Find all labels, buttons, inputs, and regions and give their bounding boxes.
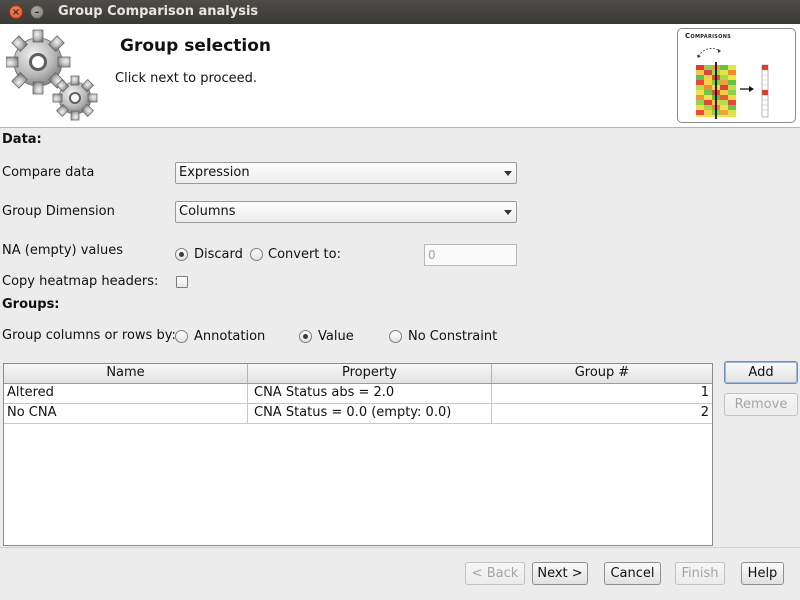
table-row[interactable]: Altered CNA Status abs = 2.0 1 bbox=[4, 384, 712, 404]
window-title: Group Comparison analysis bbox=[58, 4, 259, 19]
groups-table[interactable]: Name Property Group # Altered CNA Status… bbox=[3, 363, 713, 546]
group-by-annotation-radio[interactable] bbox=[175, 330, 188, 343]
add-group-button[interactable]: Add bbox=[724, 361, 798, 384]
window-close-button[interactable]: × bbox=[9, 5, 23, 19]
group-dimension-dropdown[interactable]: Columns bbox=[175, 201, 517, 223]
data-section-heading: Data: bbox=[2, 132, 42, 147]
heatmap-comparison-icon bbox=[696, 48, 769, 119]
window-titlebar: × – Group Comparison analysis bbox=[0, 0, 800, 24]
group-by-none-radio[interactable] bbox=[389, 330, 402, 343]
cell-property: CNA Status abs = 2.0 bbox=[248, 384, 492, 403]
column-header-group[interactable]: Group # bbox=[492, 364, 712, 383]
cell-group: 2 bbox=[700, 405, 709, 420]
group-dimension-value: Columns bbox=[179, 204, 236, 219]
cell-group: 1 bbox=[700, 385, 709, 400]
group-by-value-radio[interactable] bbox=[299, 330, 312, 343]
table-row[interactable]: No CNA CNA Status = 0.0 (empty: 0.0) 2 bbox=[4, 404, 712, 424]
compare-data-label: Compare data bbox=[2, 165, 95, 180]
convert-value-field[interactable]: 0 bbox=[424, 244, 517, 266]
table-header: Name Property Group # bbox=[4, 364, 712, 384]
cancel-button[interactable]: Cancel bbox=[604, 562, 661, 585]
group-by-label: Group columns or rows by: bbox=[2, 328, 176, 343]
comparisons-thumbnail: Comparisons bbox=[677, 28, 796, 123]
na-convert-label[interactable]: Convert to: bbox=[268, 247, 341, 262]
wizard-header: Group selection Click next to proceed. C… bbox=[0, 24, 800, 128]
na-values-label: NA (empty) values bbox=[2, 243, 124, 258]
na-discard-label[interactable]: Discard bbox=[194, 247, 243, 262]
back-button[interactable]: < Back bbox=[465, 562, 525, 585]
group-dimension-label: Group Dimension bbox=[2, 204, 115, 219]
next-button[interactable]: Next > bbox=[532, 562, 588, 585]
window-minimize-button[interactable]: – bbox=[30, 5, 44, 19]
na-discard-radio[interactable] bbox=[175, 248, 188, 261]
cell-name: No CNA bbox=[4, 404, 248, 423]
compare-data-dropdown[interactable]: Expression bbox=[175, 162, 517, 184]
cell-property: CNA Status = 0.0 (empty: 0.0) bbox=[248, 404, 492, 423]
remove-group-button[interactable]: Remove bbox=[724, 393, 798, 416]
group-by-annotation-label[interactable]: Annotation bbox=[194, 329, 265, 344]
compare-data-value: Expression bbox=[179, 165, 250, 180]
group-by-value-label[interactable]: Value bbox=[318, 329, 354, 344]
copy-headers-checkbox[interactable] bbox=[176, 276, 188, 288]
cell-name: Altered bbox=[4, 384, 248, 403]
finish-button[interactable]: Finish bbox=[675, 562, 725, 585]
column-header-name[interactable]: Name bbox=[4, 364, 248, 383]
chevron-down-icon bbox=[504, 210, 512, 215]
copy-headers-label: Copy heatmap headers: bbox=[2, 274, 159, 289]
page-subtitle: Click next to proceed. bbox=[115, 71, 258, 86]
gears-icon bbox=[6, 29, 98, 121]
column-header-property[interactable]: Property bbox=[248, 364, 492, 383]
page-title: Group selection bbox=[120, 36, 272, 56]
chevron-down-icon bbox=[504, 171, 512, 176]
na-convert-radio[interactable] bbox=[250, 248, 263, 261]
footer-divider bbox=[0, 547, 800, 548]
group-by-none-label[interactable]: No Constraint bbox=[408, 329, 497, 344]
groups-section-heading: Groups: bbox=[2, 297, 60, 312]
help-button[interactable]: Help bbox=[741, 562, 784, 585]
